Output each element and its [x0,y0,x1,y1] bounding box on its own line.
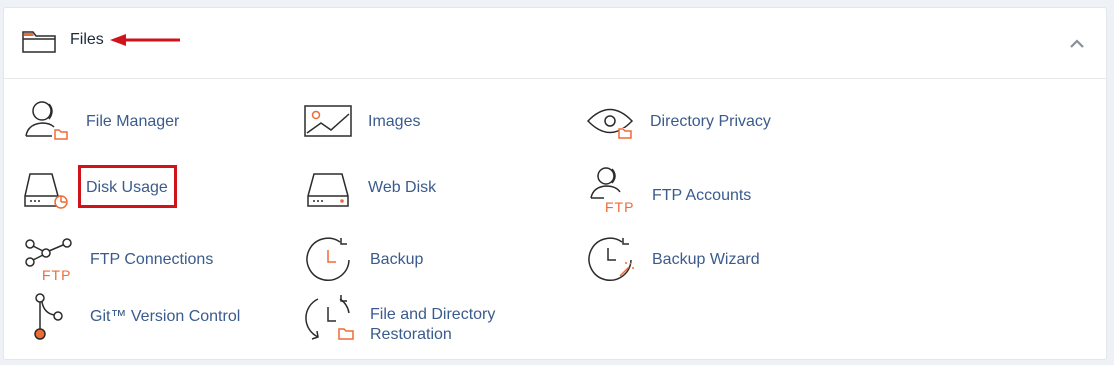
backup-wizard-link[interactable]: Backup Wizard [586,236,806,284]
git-version-control-icon [34,293,63,340]
file-manager-icon [25,101,68,140]
file-directory-restoration-link[interactable]: File and Directory Restoration [304,293,524,343]
ftp-text-icon: FTP [605,199,634,214]
item-label-line-1: File and Directory [370,306,496,323]
ftp-connections-icon: FTP [25,238,72,283]
item-label: Git™ Version Control [90,308,241,325]
images-icon [304,105,352,137]
item-label-line-2: Restoration [370,326,452,343]
git-version-control-link[interactable]: Git™ Version Control [22,293,262,343]
disk-usage-icon [24,173,68,209]
item-label: FTP Accounts [652,187,752,204]
panel-title: Files [70,31,104,48]
backup-wizard-icon [588,237,634,281]
backup-link[interactable]: Backup [304,236,504,284]
ftp-connections-link[interactable]: FTP FTP Connections [22,236,242,284]
ftp-accounts-link[interactable]: FTP FTP Accounts [586,166,786,214]
item-label: Backup Wizard [652,251,760,268]
folder-icon [22,31,56,53]
directory-privacy-icon [586,108,634,139]
backup-icon [306,237,350,281]
item-label: Images [368,113,421,130]
item-label: File Manager [86,113,180,130]
item-label: Web Disk [368,179,437,196]
file-manager-link[interactable]: File Manager [22,100,222,144]
item-label: FTP Connections [90,251,214,268]
item-label: Disk Usage [86,179,168,196]
annotation-arrow-icon [110,34,180,46]
item-label: Backup [370,251,424,268]
panel-header[interactable]: Files [4,8,1106,79]
images-link[interactable]: Images [304,100,504,144]
ftp-text-icon: FTP [42,267,71,283]
ftp-accounts-icon: FTP [590,167,634,214]
web-disk-icon [307,173,349,207]
file-restoration-icon [305,295,354,340]
web-disk-link[interactable]: Web Disk [304,166,504,210]
chevron-up-icon[interactable] [1068,36,1086,50]
disk-usage-link[interactable]: Disk Usage [22,166,222,210]
directory-privacy-link[interactable]: Directory Privacy [586,100,806,144]
item-label: File and Directory Restoration [370,305,530,345]
item-label: Directory Privacy [650,113,771,130]
files-panel: Files File Manager Images Directory Priv… [3,7,1107,360]
